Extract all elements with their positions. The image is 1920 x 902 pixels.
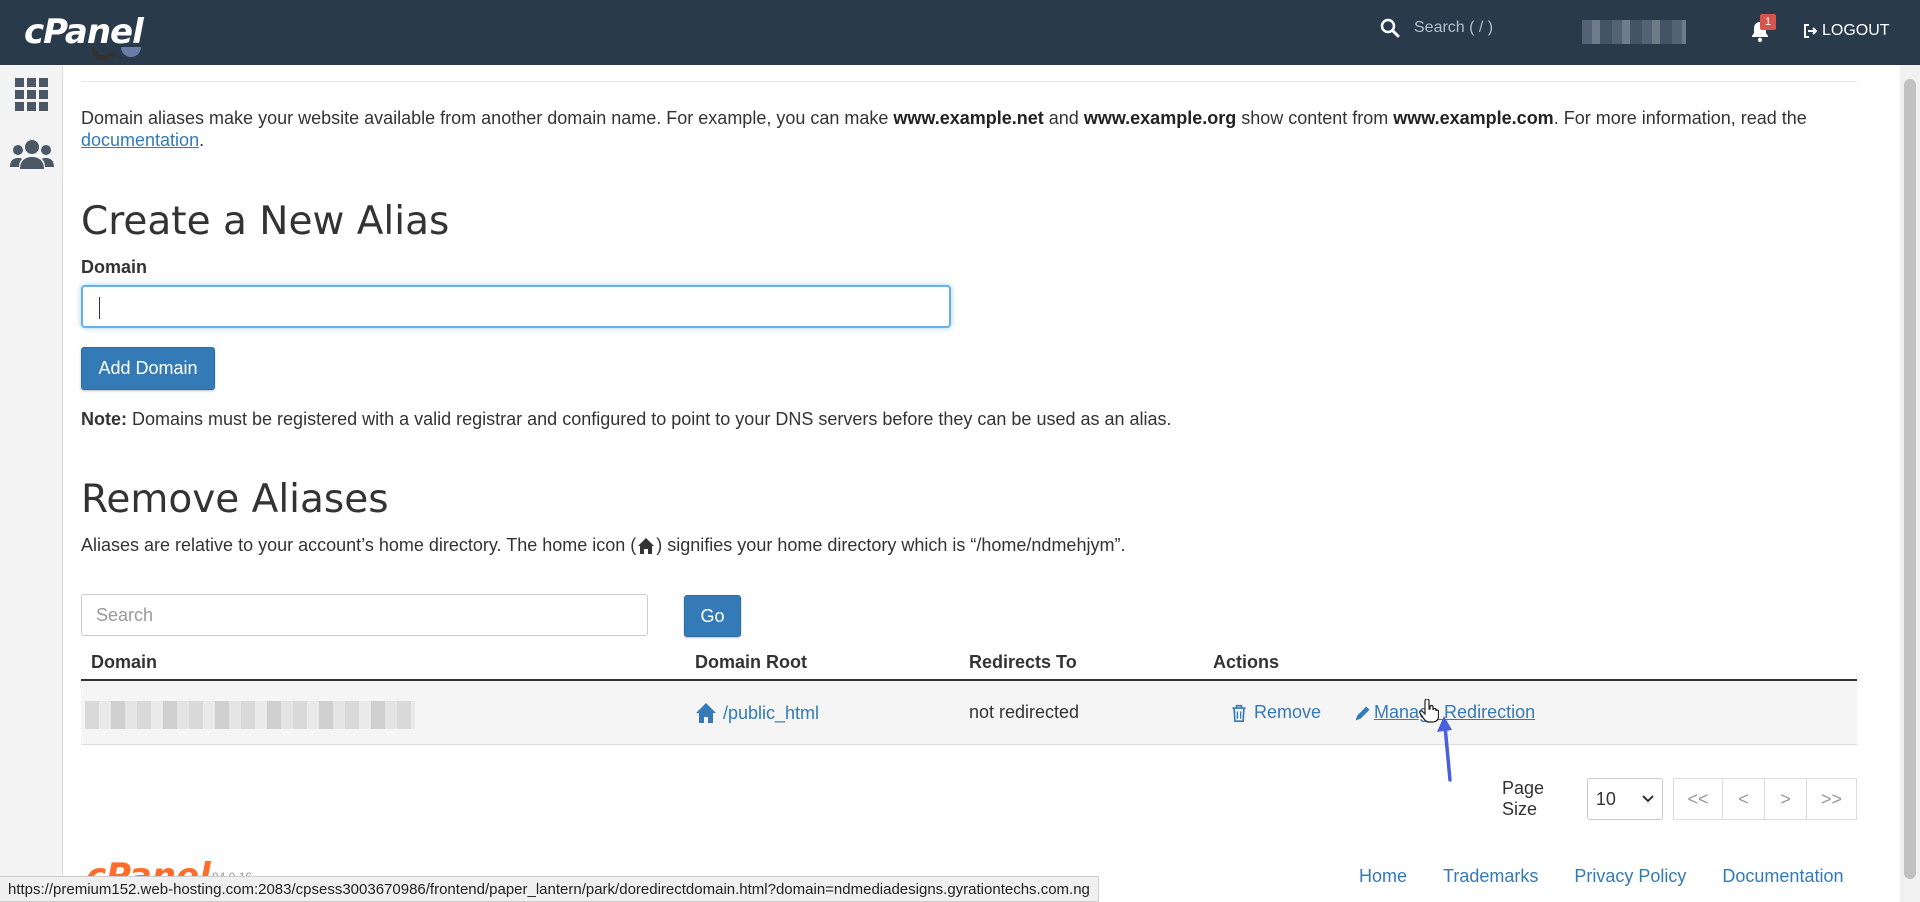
col-domain[interactable]: Domain [91, 652, 157, 673]
logout-button[interactable]: LOGOUT [1802, 22, 1890, 40]
intro-part: show content from [1236, 108, 1394, 128]
domain-label: Domain [81, 257, 148, 277]
footer-link-documentation[interactable]: Documentation [1722, 866, 1843, 887]
home-directory-description: Aliases are relative to your account’s h… [81, 535, 1125, 556]
notification-badge: 1 [1760, 14, 1776, 30]
page-size-value: 10 [1595, 788, 1616, 809]
table-header: Domain Domain Root Redirects To Actions [81, 640, 1857, 681]
intro-part: Domain aliases make your website availab… [81, 108, 894, 128]
redirects-to-value: not redirected [969, 702, 1080, 722]
page-title-icon [90, 47, 141, 61]
intro-part: and [1043, 108, 1084, 128]
users-icon[interactable] [10, 137, 54, 173]
search-icon [1380, 18, 1400, 38]
pencil-icon [1355, 705, 1370, 720]
footer-link-home[interactable]: Home [1359, 866, 1407, 887]
footer-link-trademarks[interactable]: Trademarks [1443, 866, 1538, 887]
note-label: Note: [81, 409, 127, 429]
remove-aliases-heading: Remove Aliases [81, 477, 389, 522]
documentation-link[interactable]: documentation [81, 130, 199, 150]
last-page-button[interactable]: >> [1807, 778, 1857, 820]
top-search-placeholder: Search ( / ) [1414, 19, 1494, 36]
home-icon [638, 537, 655, 554]
home-desc-before: Aliases are relative to your account’s h… [81, 535, 637, 555]
page-size-select[interactable]: 10 [1586, 778, 1663, 820]
chevron-down-icon [1642, 795, 1654, 803]
page-scrollbar[interactable] [1900, 65, 1920, 902]
example-org: www.example.org [1083, 108, 1237, 128]
home-icon [696, 703, 716, 723]
pagination: Page Size 10 << < > >> [1502, 778, 1857, 820]
browser-status-bar: https://premium152.web-hosting.com:2083/… [0, 876, 1099, 902]
go-button[interactable]: Go [684, 595, 741, 637]
add-domain-button[interactable]: Add Domain [81, 347, 215, 390]
domain-input[interactable] [81, 285, 951, 328]
trash-icon [1232, 704, 1246, 722]
intro-text: Domain aliases make your website availab… [81, 107, 1857, 151]
note-body: Domains must be registered with a valid … [127, 409, 1172, 429]
cpanel-logo[interactable]: cPanel [24, 12, 144, 52]
user-menu-redacted[interactable] [1582, 20, 1686, 44]
page-size-label: Page Size [1502, 778, 1545, 819]
title-divider [81, 81, 1857, 82]
remove-link[interactable]: Remove [1230, 702, 1321, 723]
domain-redacted [85, 701, 415, 729]
domain-root-link[interactable]: /public_html [695, 702, 819, 724]
footer-links: Home Trademarks Privacy Policy Documenta… [1359, 866, 1843, 887]
page-nav: << < > >> [1673, 778, 1857, 820]
logout-label: LOGOUT [1822, 22, 1890, 39]
intro-part: . For more information, read the [1553, 108, 1807, 128]
top-bar: cPanel Search ( / ) 1 LOGOUT [0, 0, 1920, 65]
top-search[interactable]: Search ( / ) [1380, 18, 1493, 38]
table-row: /public_html not redirected Remove Manag… [81, 681, 1857, 745]
intro-part: . [199, 130, 205, 150]
col-actions: Actions [1213, 652, 1280, 672]
domain-root-text: /public_html [723, 702, 820, 723]
example-net: www.example.net [893, 108, 1044, 128]
annotation-arrow-icon [1437, 716, 1452, 782]
prev-page-button[interactable]: < [1723, 778, 1765, 820]
col-domain-root[interactable]: Domain Root [695, 652, 807, 673]
example-com: www.example.com [1393, 108, 1554, 128]
next-page-button[interactable]: > [1765, 778, 1807, 820]
logout-icon [1804, 24, 1818, 38]
scroll-thumb[interactable] [1904, 79, 1916, 879]
text-caret [99, 297, 100, 319]
sidebar [0, 65, 63, 902]
aliases-table: Domain Domain Root Redirects To Actions … [81, 640, 1857, 745]
create-alias-heading: Create a New Alias [81, 199, 450, 244]
note-text: Note: Domains must be registered with a … [81, 409, 1172, 430]
alias-search-placeholder: Search [96, 604, 154, 625]
col-redirects-to[interactable]: Redirects To [969, 652, 1077, 673]
home-desc-after: ) signifies your home directory which is… [656, 535, 1126, 555]
first-page-button[interactable]: << [1673, 778, 1723, 820]
grid-icon[interactable] [14, 77, 50, 113]
remove-label: Remove [1254, 702, 1322, 722]
alias-search-input[interactable]: Search [81, 594, 648, 636]
footer-link-privacy-policy[interactable]: Privacy Policy [1574, 866, 1686, 887]
